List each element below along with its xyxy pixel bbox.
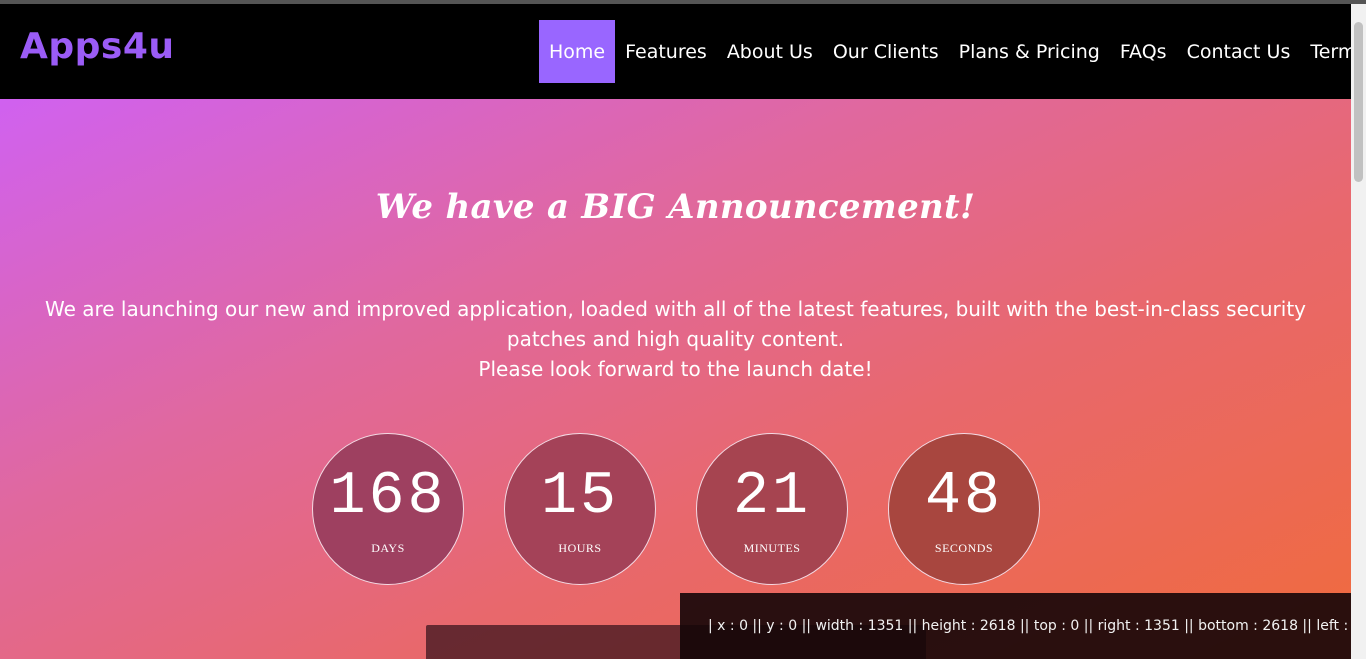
main-nav: Home Features About Us Our Clients Plans…: [539, 20, 1366, 83]
nav-our-clients[interactable]: Our Clients: [823, 20, 949, 83]
countdown-seconds: 48 SECONDS: [888, 433, 1040, 585]
minutes-value: 21: [732, 463, 811, 531]
countdown-days: 168 DAYS: [312, 433, 464, 585]
description-text: We are launching our new and improved ap…: [44, 297, 1307, 351]
minutes-label: MINUTES: [743, 541, 801, 555]
days-value: 168: [329, 463, 447, 531]
scrollbar-thumb[interactable]: [1354, 22, 1363, 182]
nav-home[interactable]: Home: [539, 20, 616, 83]
hours-label: HOURS: [558, 541, 602, 555]
nav-contact-us[interactable]: Contact Us: [1177, 20, 1301, 83]
seconds-label: SECONDS: [934, 541, 994, 555]
seconds-value: 48: [924, 463, 1003, 531]
hero-section: We have a BIG Announcement! We are launc…: [0, 99, 1351, 659]
nav-features[interactable]: Features: [615, 20, 717, 83]
countdown-hours: 15 HOURS: [504, 433, 656, 585]
debug-overlay: | x : 0 || y : 0 || width : 1351 || heig…: [680, 593, 1366, 659]
brand-logo[interactable]: Apps4u: [20, 26, 175, 67]
countdown-minutes: 21 MINUTES: [696, 433, 848, 585]
nav-plans-pricing[interactable]: Plans & Pricing: [949, 20, 1110, 83]
countdown-timer: 168 DAYS 15 HOURS 21 MINUTES 48 SECONDS: [312, 433, 1080, 585]
announcement-description: We are launching our new and improved ap…: [40, 294, 1311, 384]
hours-value: 15: [540, 463, 619, 531]
announcement-headline: We have a BIG Announcement!: [375, 187, 976, 227]
navbar: Apps4u Home Features About Us Our Client…: [0, 4, 1366, 99]
vertical-scrollbar[interactable]: [1351, 4, 1366, 659]
nav-about-us[interactable]: About Us: [717, 20, 823, 83]
nav-faqs[interactable]: FAQs: [1110, 20, 1177, 83]
days-label: DAYS: [371, 541, 405, 555]
launch-note: Please look forward to the launch date!: [478, 357, 873, 381]
